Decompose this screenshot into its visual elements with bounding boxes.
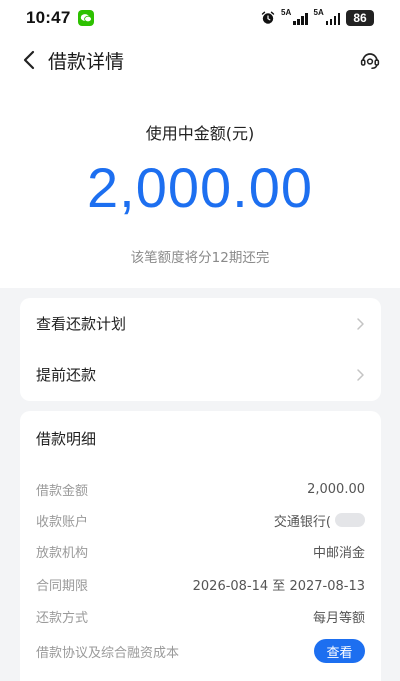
- amount-summary: 使用中金额(元) 2,000.00 该笔额度将分12期还完: [0, 120, 400, 266]
- detail-key: 还款方式: [36, 610, 89, 626]
- status-time: 10:47: [26, 8, 71, 27]
- signal-2-label: 5A: [313, 8, 324, 17]
- loan-detail-title: 借款明细: [36, 430, 97, 448]
- detail-row-account: 收款账户 交通银行(: [36, 510, 365, 530]
- repayment-plan-row[interactable]: 查看还款计划: [20, 298, 381, 349]
- installment-note: 该笔额度将分12期还完: [130, 250, 270, 266]
- redacted-account-mask: [335, 513, 365, 527]
- detail-row-amount: 借款金额 2,000.00: [36, 479, 365, 499]
- detail-key: 借款金额: [36, 483, 89, 499]
- account-bank-text: 交通银行(: [273, 514, 331, 530]
- customer-service-icon[interactable]: [358, 48, 382, 72]
- early-repayment-label: 提前还款: [36, 366, 97, 384]
- signal-icon-1: 5A: [281, 8, 308, 25]
- back-arrow-icon[interactable]: [18, 49, 40, 71]
- alarm-icon: [261, 11, 275, 24]
- chevron-right-icon: [357, 368, 364, 381]
- detail-key: 合同期限: [36, 578, 89, 594]
- detail-value: 2026-08-14 至 2027-08-13: [192, 578, 365, 594]
- page-title: 借款详情: [48, 50, 125, 73]
- detail-key: 收款账户: [36, 514, 89, 530]
- detail-row-method: 还款方式 每月等额: [36, 606, 365, 626]
- signal-icon-2: 5A: [313, 8, 340, 25]
- chevron-right-icon: [357, 317, 364, 330]
- amount-value: 2,000.00: [87, 156, 313, 219]
- view-agreement-button[interactable]: 查看: [314, 639, 365, 663]
- status-bar: 10:47 5A 5A 86: [0, 0, 400, 36]
- detail-row-term: 合同期限 2026-08-14 至 2027-08-13: [36, 574, 365, 594]
- status-right: 5A 5A 86: [261, 8, 374, 26]
- signal-1-label: 5A: [281, 8, 292, 17]
- nav-bar: 借款详情: [0, 38, 400, 82]
- repayment-plan-label: 查看还款计划: [36, 315, 127, 333]
- loan-detail-card: 借款明细 借款金额 2,000.00 收款账户 交通银行( 放款机构 中邮消金 …: [20, 411, 381, 681]
- wechat-icon: [78, 10, 95, 26]
- detail-value: 2,000.00: [307, 481, 365, 497]
- detail-key: 借款协议及综合融资成本: [36, 645, 180, 661]
- amount-label: 使用中金额(元): [145, 124, 255, 143]
- detail-key: 放款机构: [36, 545, 89, 561]
- detail-value: 每月等额: [312, 610, 365, 626]
- status-left: 10:47: [26, 8, 95, 28]
- actions-card: 查看还款计划 提前还款: [20, 298, 381, 401]
- detail-value: 中邮消金: [312, 545, 365, 561]
- battery-icon: 86: [346, 10, 374, 26]
- early-repayment-row[interactable]: 提前还款: [20, 349, 381, 400]
- detail-value-account: 交通银行(: [274, 511, 365, 530]
- detail-row-agreement: 借款协议及综合融资成本 查看: [36, 638, 365, 664]
- detail-row-lender: 放款机构 中邮消金: [36, 541, 365, 561]
